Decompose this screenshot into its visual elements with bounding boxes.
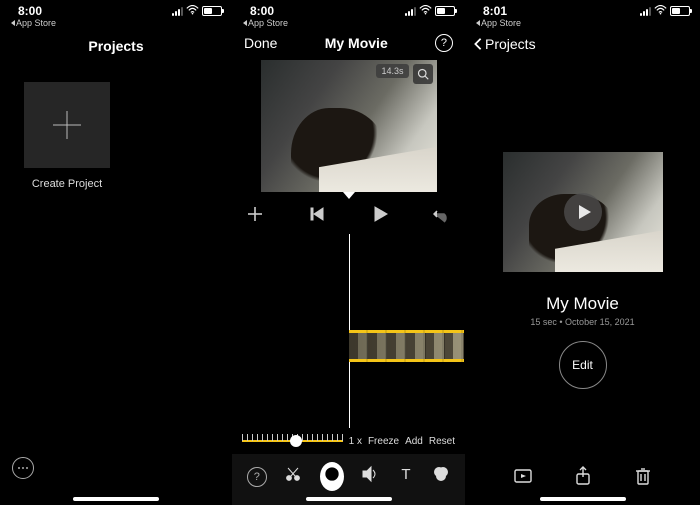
status-bar: 8:00 [0, 0, 232, 18]
status-time: 8:00 [250, 4, 274, 18]
play-icon [576, 204, 592, 220]
status-time: 8:01 [483, 4, 507, 18]
chevron-left-icon [473, 37, 483, 51]
skip-back-button[interactable] [308, 205, 326, 228]
nav-title: Projects [0, 32, 232, 60]
cell-signal-icon [640, 7, 651, 16]
share-button[interactable] [573, 466, 593, 491]
add-media-button[interactable] [246, 205, 264, 228]
speed-value: 1 x [349, 436, 362, 447]
undo-button[interactable] [433, 205, 451, 228]
speed-control: 1 x Freeze Add Reset [232, 428, 465, 454]
wifi-icon [186, 4, 199, 18]
status-bar: 8:01 [465, 0, 700, 18]
timecode-label: 14.3s [376, 64, 408, 78]
home-indicator[interactable] [73, 497, 159, 501]
create-project-label: Create Project [12, 178, 122, 190]
zoom-button[interactable] [413, 64, 433, 84]
battery-icon [435, 6, 455, 16]
status-time: 8:00 [18, 4, 42, 18]
help-button[interactable]: ? [435, 34, 453, 52]
speed-slider[interactable] [242, 432, 343, 450]
slider-knob[interactable] [290, 435, 302, 447]
add-button[interactable]: Add [405, 436, 423, 447]
wifi-icon [419, 4, 432, 18]
reset-button[interactable]: Reset [429, 436, 455, 447]
scissors-button[interactable] [284, 465, 302, 488]
wifi-icon [654, 4, 667, 18]
video-preview[interactable]: 14.3s [261, 60, 437, 192]
status-bar: 8:00 [232, 0, 465, 18]
back-to-app[interactable]: App Store [0, 18, 232, 32]
transport-row [232, 199, 465, 234]
filters-button[interactable] [432, 465, 450, 488]
volume-button[interactable] [361, 465, 379, 488]
titles-button[interactable]: T [397, 465, 415, 488]
home-indicator[interactable] [306, 497, 392, 501]
create-project-tile[interactable] [24, 82, 110, 168]
freeze-button[interactable]: Freeze [368, 436, 399, 447]
battery-icon [202, 6, 222, 16]
movie-title: My Movie [465, 294, 700, 314]
back-button[interactable]: Projects [465, 32, 700, 56]
edit-button[interactable]: Edit [559, 341, 607, 389]
play-overlay[interactable] [503, 152, 663, 272]
plus-icon [49, 107, 85, 143]
back-to-app[interactable]: App Store [465, 18, 700, 32]
movie-detail-screen: 8:01 App Store Projects My Movie 15 sec … [465, 0, 700, 505]
projects-screen: 8:00 App Store Projects Create Project [0, 0, 232, 505]
play-fullscreen-button[interactable] [513, 466, 533, 491]
speed-button[interactable] [320, 462, 344, 491]
timeline[interactable] [232, 234, 465, 428]
video-clip[interactable] [349, 330, 464, 362]
bottom-toolbar [465, 466, 700, 491]
help-button[interactable]: ? [247, 467, 267, 487]
back-to-app[interactable]: App Store [232, 18, 465, 32]
battery-icon [670, 6, 690, 16]
cell-signal-icon [172, 7, 183, 16]
home-indicator[interactable] [540, 497, 626, 501]
ellipsis-icon [18, 467, 28, 469]
more-button[interactable] [12, 457, 34, 479]
done-button[interactable]: Done [244, 35, 277, 51]
cell-signal-icon [405, 7, 416, 16]
movie-meta: 15 sec • October 15, 2021 [465, 317, 700, 327]
play-button[interactable] [371, 205, 389, 228]
editor-screen: 8:00 App Store Done My Movie ? 14.3s 1 x… [232, 0, 465, 505]
playhead-notch-icon [343, 192, 355, 199]
svg-text:T: T [401, 466, 410, 483]
delete-button[interactable] [633, 466, 653, 491]
movie-thumbnail[interactable] [503, 152, 663, 272]
movie-title: My Movie [325, 35, 388, 51]
